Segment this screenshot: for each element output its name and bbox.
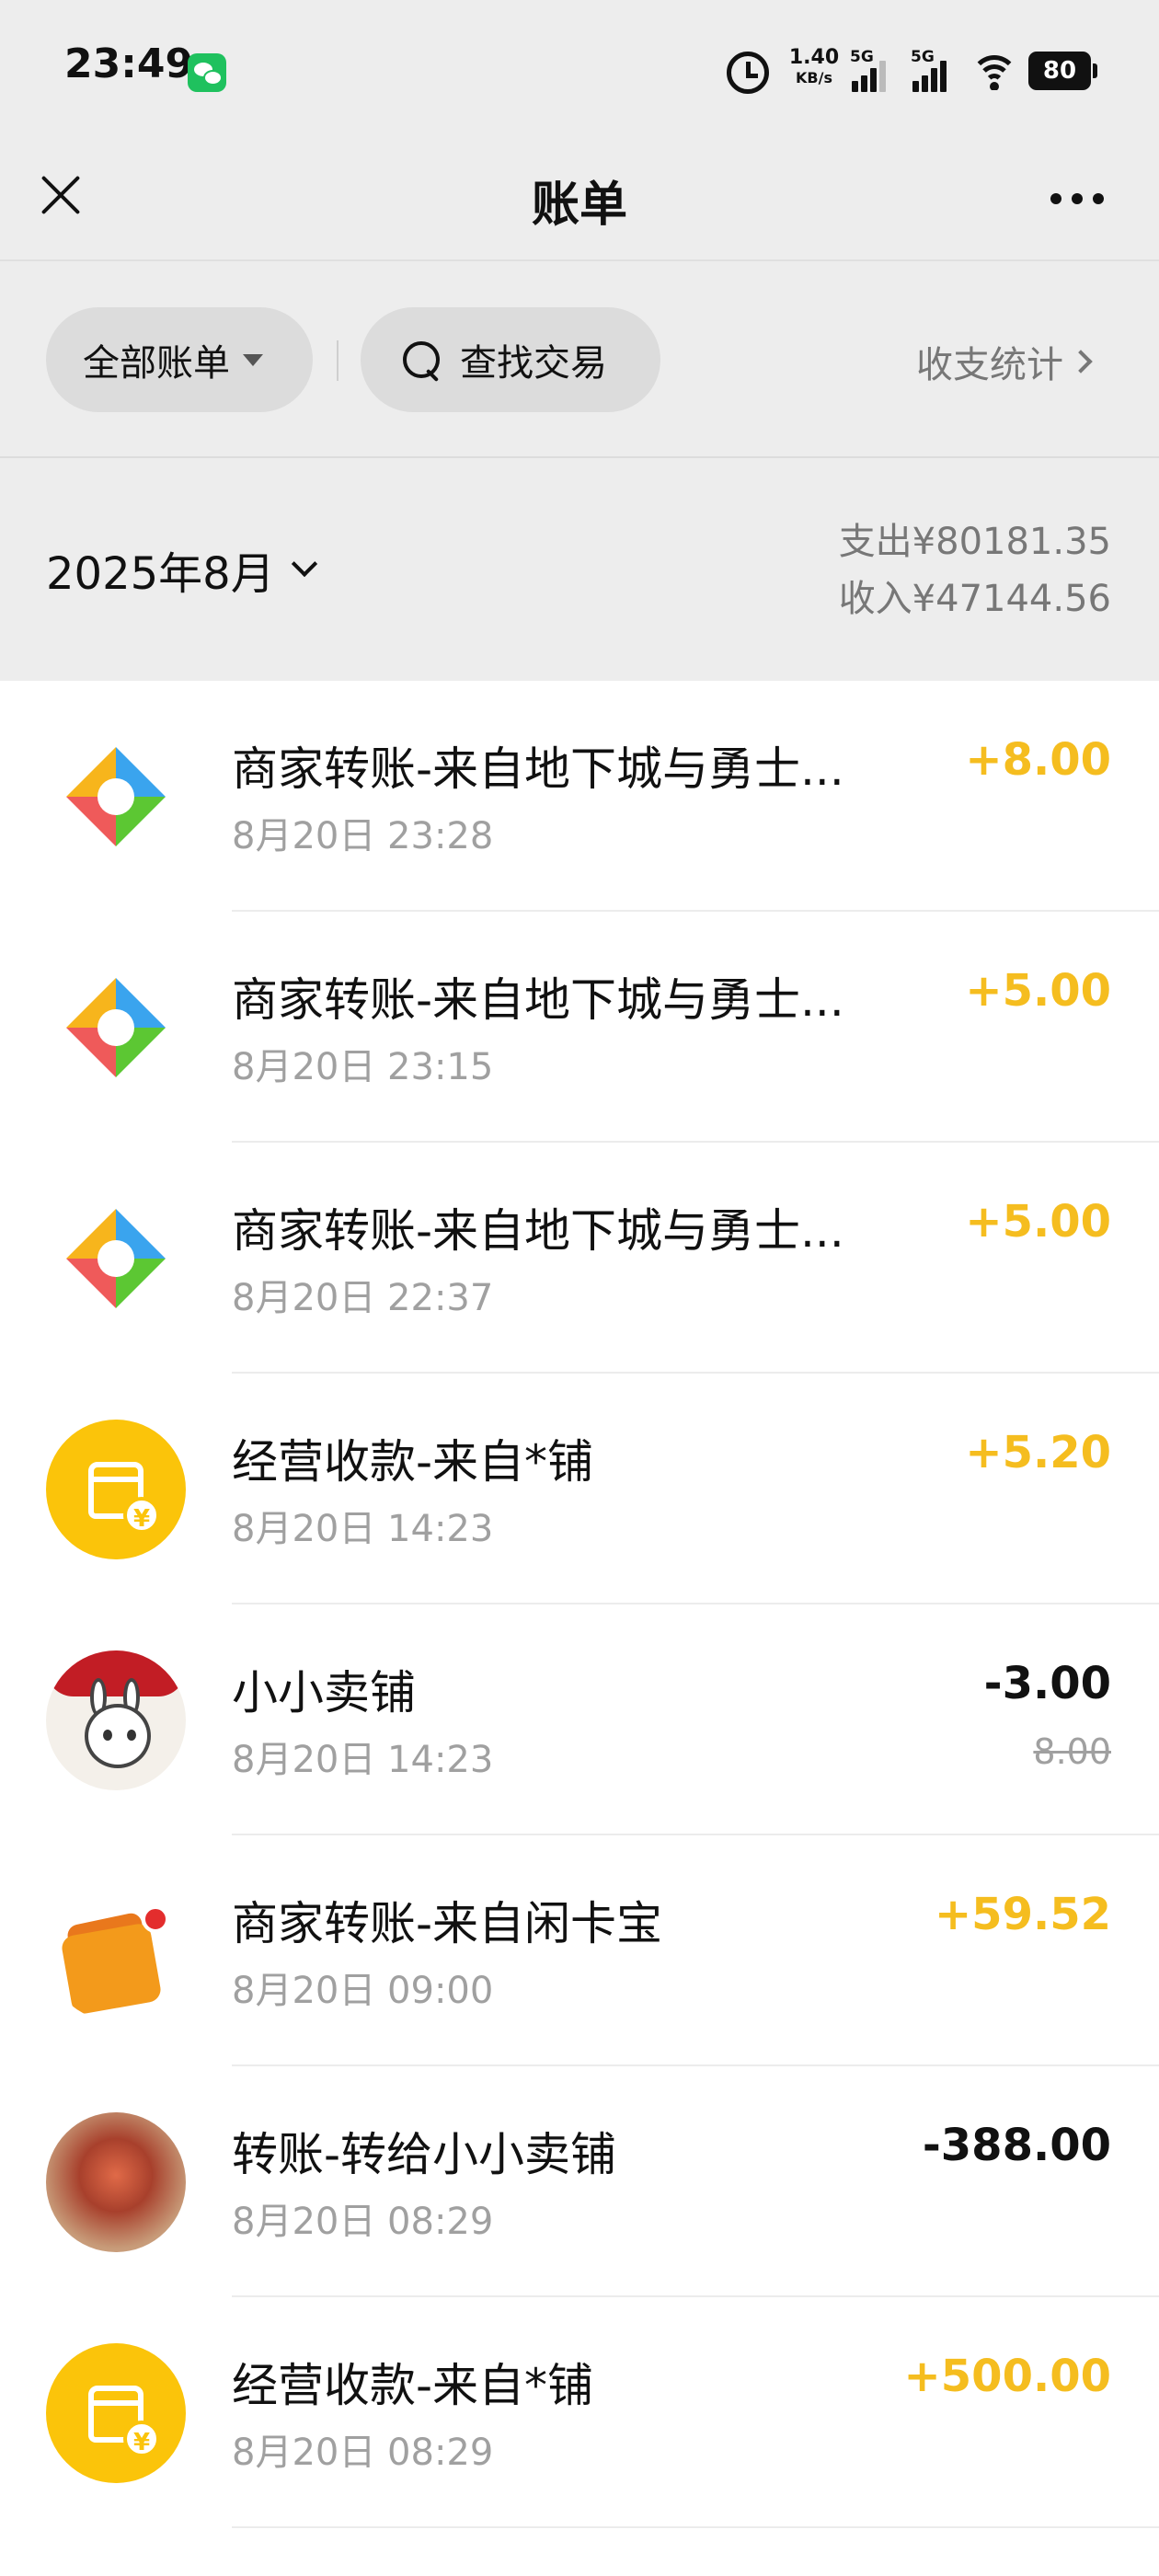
merchant-shop-icon: ¥	[46, 2343, 186, 2483]
network-speed: 1.40 KB/s	[786, 48, 842, 86]
network-speed-unit: KB/s	[796, 69, 832, 86]
month-summary: 2025年8月 支出¥80181.35 收入¥47144.56	[0, 460, 1159, 681]
wallet-logo-icon	[46, 1881, 186, 2021]
transaction-list: 商家转账-来自地下城与勇士... 8月20日 23:28 +8.00 商家转账-…	[0, 681, 1159, 2576]
transaction-time: 8月20日 08:29	[232, 2432, 494, 2474]
more-icon[interactable]	[1045, 186, 1109, 213]
transaction-row[interactable]: ¥ 经营收款-来自*铺 8月20日 08:29 +500.00	[0, 2297, 1159, 2528]
pinwheel-logo-icon	[46, 958, 186, 1098]
transaction-row[interactable]: ¥ 经营收款-来自*铺 8月20日 14:23 +5.20	[0, 1374, 1159, 1604]
transaction-title: 商家转账-来自闲卡宝	[232, 1897, 663, 1950]
wechat-icon	[188, 53, 226, 92]
bill-page: 23:49 1.40 KB/s 5G 5G 80 账单 全部账单 查找交易 收支…	[0, 0, 1159, 2576]
all-bills-label: 全部账单	[83, 342, 230, 385]
transaction-row[interactable]: 商家转账-来自地下城与勇士... 8月20日 23:28 +8.00	[0, 681, 1159, 912]
transaction-title: 经营收款-来自*铺	[232, 1435, 594, 1489]
expense-total: 支出¥80181.35	[838, 521, 1111, 563]
battery-icon: 80	[1028, 52, 1097, 90]
filter-bar: 全部账单 查找交易 收支统计	[0, 261, 1159, 458]
transaction-time: 8月20日 23:15	[232, 1046, 494, 1088]
row-divider	[232, 2526, 1159, 2528]
chevron-right-icon	[1069, 350, 1093, 374]
transaction-row[interactable]: 转账-转给小小卖铺 8月20日 08:29 -388.00	[0, 2066, 1159, 2297]
transaction-time: 8月20日 14:23	[232, 1739, 494, 1781]
search-icon	[401, 339, 442, 380]
transaction-time: 8月20日 22:37	[232, 1277, 494, 1319]
transaction-amount: -3.00	[983, 1658, 1111, 1709]
transaction-amount: +5.00	[965, 1196, 1111, 1248]
filter-divider	[337, 340, 339, 381]
original-amount: 8.00	[1033, 1731, 1111, 1772]
transaction-title: 经营收款-来自*铺	[232, 2359, 594, 2412]
all-bills-filter-button[interactable]: 全部账单	[46, 307, 313, 412]
income-total: 收入¥47144.56	[838, 578, 1111, 620]
pinwheel-logo-icon	[46, 727, 186, 867]
transaction-title: 商家转账-来自地下城与勇士...	[232, 1204, 844, 1258]
transaction-title: 商家转账-来自地下城与勇士...	[232, 742, 844, 796]
transaction-row[interactable]: 商家转账-来自地下城与勇士... 8月20日 22:37 +5.00	[0, 1143, 1159, 1374]
photo-avatar	[46, 2112, 186, 2252]
wifi-icon	[970, 53, 1018, 90]
transaction-amount: +59.52	[934, 1889, 1111, 1940]
stats-label: 收支统计	[916, 344, 1063, 386]
transaction-amount: +5.00	[965, 965, 1111, 1017]
network-speed-value: 1.40	[788, 46, 840, 69]
transaction-title: 小小卖铺	[232, 1666, 416, 1719]
pinwheel-logo-icon	[46, 1189, 186, 1328]
transaction-row[interactable]: 小小卖铺 8月20日 14:23 -3.00 8.00	[0, 1604, 1159, 1835]
nav-bar: 账单	[0, 138, 1159, 261]
transaction-amount: +5.20	[965, 1427, 1111, 1478]
status-bar: 23:49 1.40 KB/s 5G 5G 80	[0, 0, 1159, 138]
month-selector[interactable]: 2025年8月	[46, 537, 317, 602]
transaction-row[interactable]: 商家转账-来自地下城与勇士... 8月20日 23:15 +5.00	[0, 912, 1159, 1143]
merchant-shop-icon: ¥	[46, 1420, 186, 1559]
transaction-time: 8月20日 14:23	[232, 1508, 494, 1550]
caret-down-icon	[243, 353, 263, 366]
transaction-time: 8月20日 09:00	[232, 1970, 494, 2012]
month-label: 2025年8月	[46, 548, 275, 600]
transaction-amount: +8.00	[965, 734, 1111, 786]
month-totals: 支出¥80181.35 收入¥47144.56	[839, 513, 1111, 627]
alarm-icon	[727, 52, 769, 94]
cartoon-rabbit-avatar	[46, 1650, 186, 1790]
income-expense-stats-link[interactable]: 收支统计	[916, 335, 1093, 388]
signal-label: 5G	[911, 48, 935, 66]
transaction-title: 商家转账-来自地下城与勇士...	[232, 973, 844, 1027]
transaction-amount: +500.00	[903, 2351, 1111, 2402]
transaction-row[interactable]: 商家转账-来自闲卡宝 8月20日 09:00 +59.52	[0, 1835, 1159, 2066]
status-time: 23:49	[64, 40, 194, 87]
transaction-time: 8月20日 08:29	[232, 2201, 494, 2243]
transaction-amount: -388.00	[922, 2120, 1111, 2171]
page-title: 账单	[531, 178, 627, 233]
signal-icon: 5G	[911, 48, 958, 92]
signal-label: 5G	[850, 48, 874, 66]
search-transactions-button[interactable]: 查找交易	[361, 307, 660, 412]
search-label: 查找交易	[460, 342, 607, 385]
signal-icon: 5G	[850, 48, 898, 92]
transaction-time: 8月20日 23:28	[232, 815, 494, 857]
transaction-title: 转账-转给小小卖铺	[232, 2128, 617, 2181]
chevron-down-icon	[291, 550, 317, 578]
